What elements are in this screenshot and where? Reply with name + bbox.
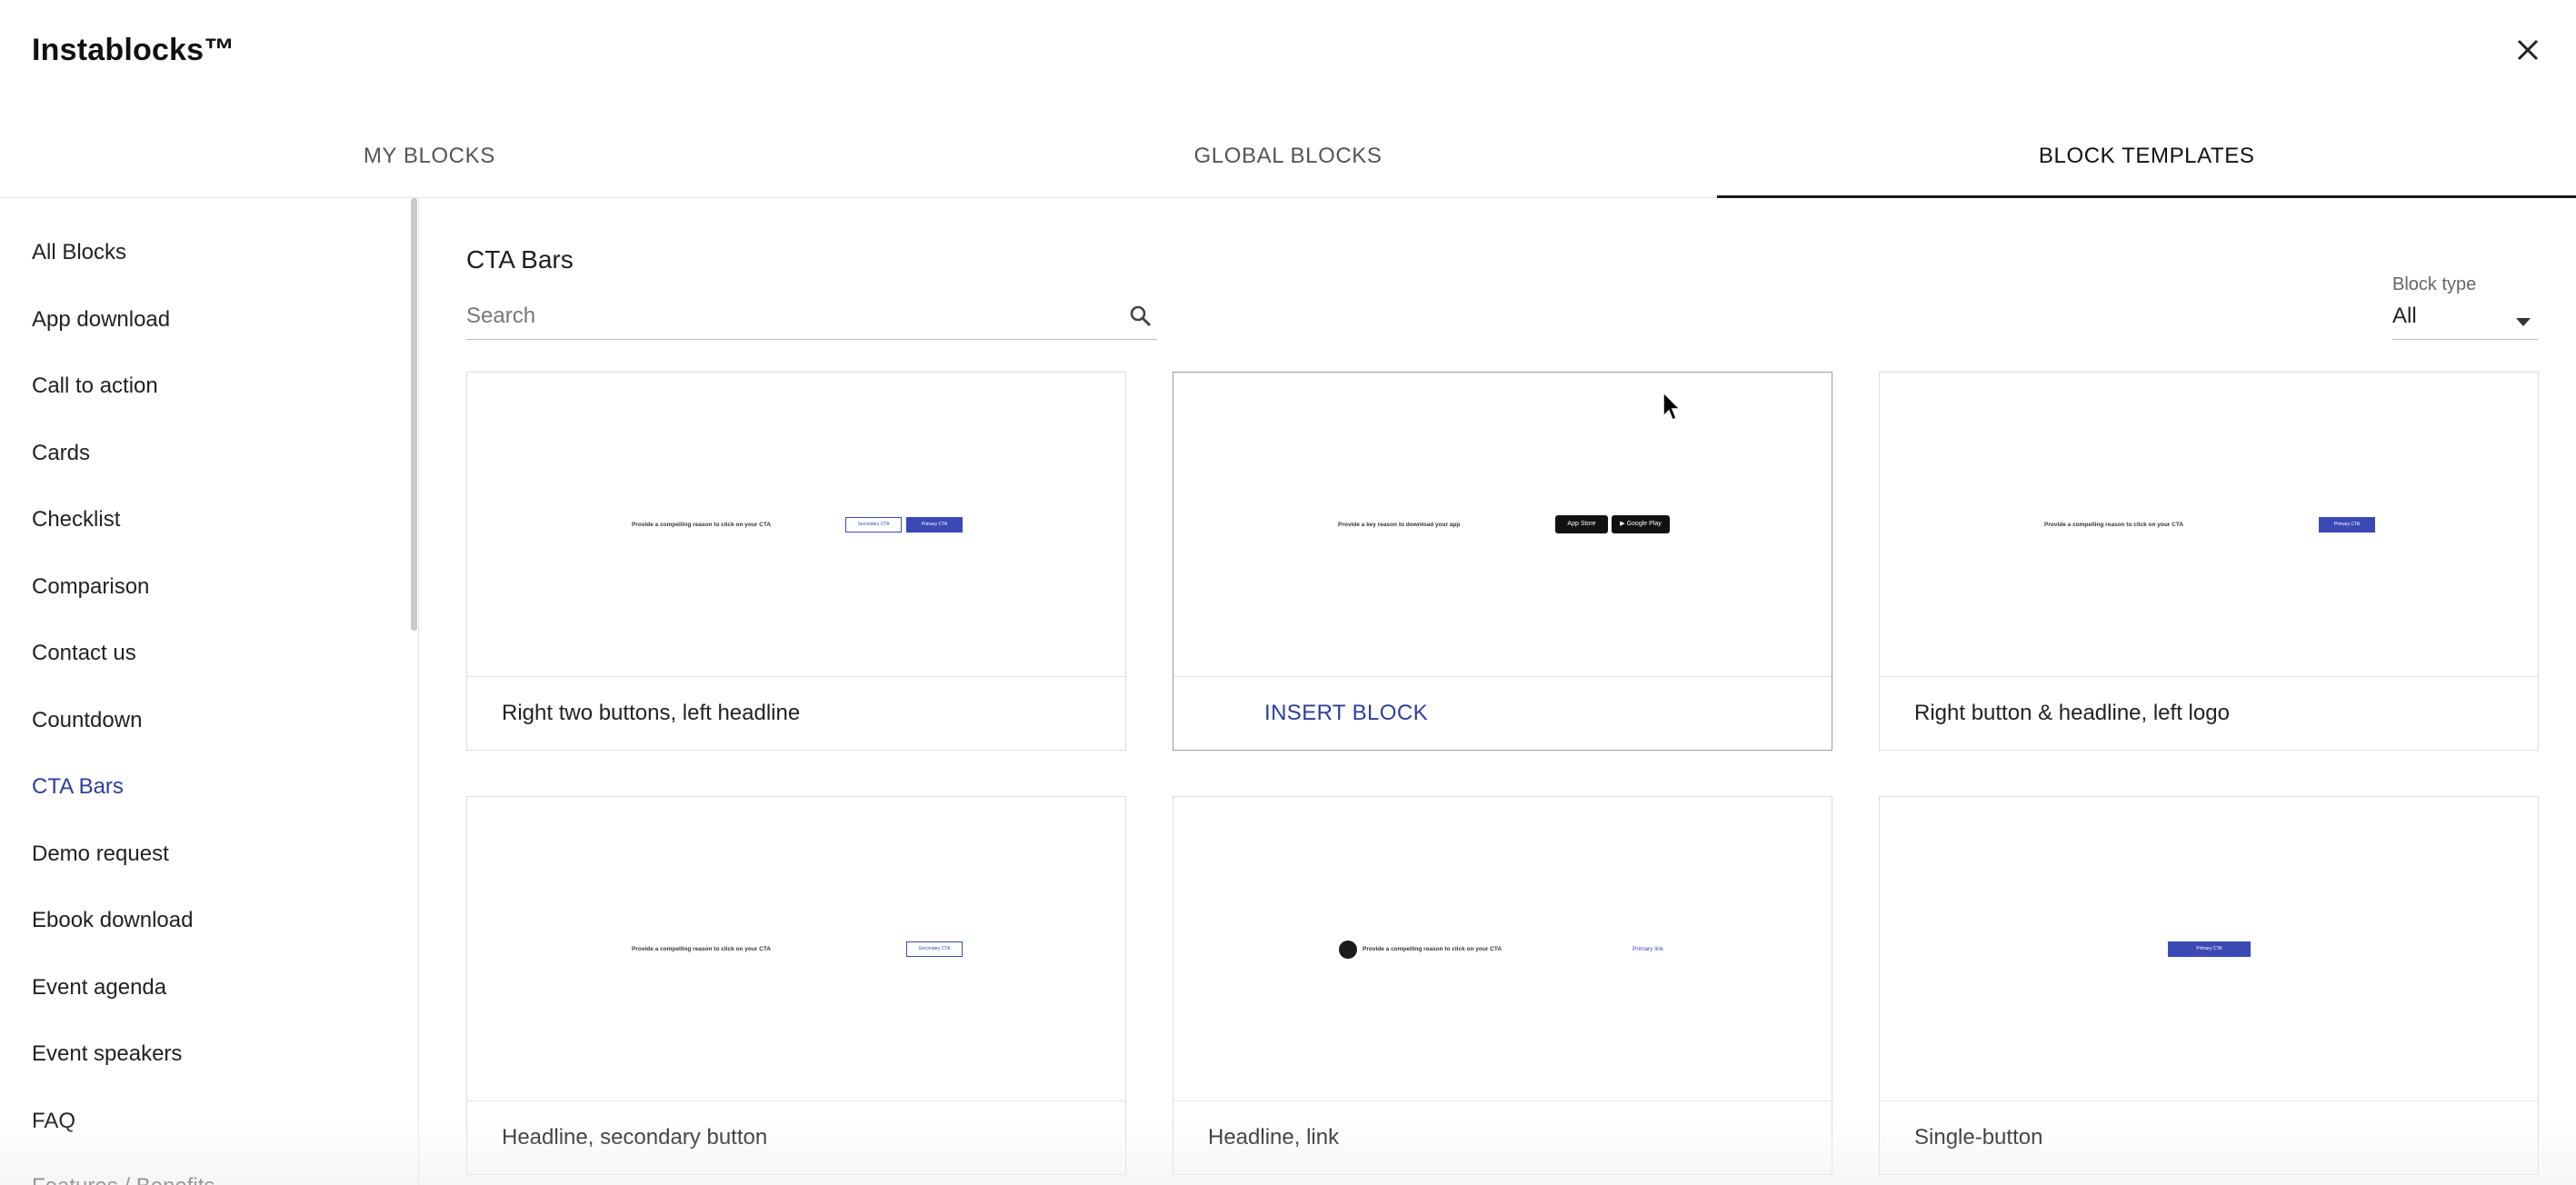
sidebar-item-demo-request[interactable]: Demo request (32, 841, 169, 867)
main-panel: CTA Bars Block type All Provide a compel… (420, 198, 2576, 1185)
sidebar-item-cta-bars[interactable]: CTA Bars (32, 774, 124, 800)
preview-secondary-button: Secondary CTA (845, 517, 902, 533)
preview-google-play-badge: ▶ Google Play (1612, 515, 1670, 533)
card-preview: Provide a compelling reason to click on … (467, 373, 1125, 677)
sidebar-item-countdown[interactable]: Countdown (32, 708, 142, 733)
preview-headline: Provide a compelling reason to click on … (632, 946, 772, 952)
preview-headline: Provide a compelling reason to click on … (2044, 522, 2184, 528)
card-footer: Single-button (1880, 1101, 2538, 1175)
block-type-label: Block type (2392, 274, 2477, 294)
app-title: Instablocks™ (32, 33, 235, 67)
category-sidebar: All Blocks App download Call to action C… (0, 198, 419, 1185)
tab-my-blocks[interactable]: MY BLOCKS (0, 127, 859, 197)
card-footer: Headline, secondary button (467, 1101, 1125, 1175)
preview-primary-button: Primary CTA (2168, 941, 2251, 957)
preview-primary-button: Primary CTA (2319, 517, 2375, 533)
template-card[interactable]: Provide a compelling reason to click on … (1879, 372, 2539, 751)
chevron-down-icon (2516, 318, 2531, 326)
card-label: Headline, link (1208, 1125, 1340, 1150)
sidebar-item-event-agenda[interactable]: Event agenda (32, 975, 166, 1001)
insert-block-button[interactable]: INSERT BLOCK (1264, 701, 1428, 726)
block-type-select[interactable]: All (2392, 300, 2538, 340)
preview-logo (1339, 941, 1357, 959)
sidebar-item-event-speakers[interactable]: Event speakers (32, 1041, 182, 1067)
sidebar-scrollbar[interactable] (411, 198, 417, 631)
card-label: Headline, secondary button (502, 1125, 768, 1150)
card-preview: Provide a compelling reason to click on … (1173, 797, 1832, 1101)
sidebar-item-call-to-action[interactable]: Call to action (32, 373, 158, 399)
card-label: Right two buttons, left headline (502, 701, 801, 725)
sidebar-item-ebook-download[interactable]: Ebook download (32, 908, 193, 933)
template-card[interactable]: Provide a compelling reason to click on … (466, 372, 1126, 751)
template-card[interactable]: Primary CTA Single-button (1879, 796, 2539, 1175)
block-type-value: All (2392, 304, 2417, 328)
preview-headline: Provide a compelling reason to click on … (1363, 946, 1503, 952)
preview-link: Primary link (1632, 946, 1663, 952)
card-preview: Provide a compelling reason to click on … (467, 797, 1125, 1101)
preview-secondary-button: Secondary CTA (906, 941, 963, 957)
card-label: Single-button (1914, 1125, 2043, 1150)
preview-primary-button: Primary CTA (906, 517, 963, 533)
card-footer: Right two buttons, left headline (467, 677, 1125, 751)
tab-global-blocks[interactable]: GLOBAL BLOCKS (859, 127, 1718, 197)
sidebar-item-contact-us[interactable]: Contact us (32, 641, 136, 666)
card-footer: Right button & headline, left logo (1880, 677, 2538, 751)
preview-headline: Provide a key reason to download your ap… (1338, 522, 1461, 528)
sidebar-item-comparison[interactable]: Comparison (32, 574, 149, 600)
sidebar-item-app-download[interactable]: App download (32, 307, 170, 333)
sidebar-item-cards[interactable]: Cards (32, 441, 90, 466)
search-box (466, 294, 1157, 340)
search-input[interactable] (466, 294, 1103, 338)
search-icon[interactable] (1128, 304, 1153, 329)
template-card-hovered[interactable]: Provide a key reason to download your ap… (1173, 372, 1832, 751)
sidebar-item-features-benefits[interactable]: Features / Benefits (32, 1174, 215, 1185)
preview-app-store-badge: App Store (1555, 515, 1608, 533)
card-preview: Provide a key reason to download your ap… (1173, 373, 1832, 677)
template-card[interactable]: Provide a compelling reason to click on … (466, 796, 1126, 1175)
sidebar-item-faq[interactable]: FAQ (32, 1109, 75, 1134)
card-footer: INSERT BLOCK (1173, 677, 1832, 751)
card-footer: Headline, link (1173, 1101, 1832, 1175)
sidebar-item-checklist[interactable]: Checklist (32, 507, 120, 533)
card-preview: Primary CTA (1880, 797, 2538, 1101)
card-preview: Provide a compelling reason to click on … (1880, 373, 2538, 677)
template-card[interactable]: Provide a compelling reason to click on … (1173, 796, 1832, 1175)
tab-bar: MY BLOCKS GLOBAL BLOCKS BLOCK TEMPLATES (0, 127, 2576, 198)
close-icon[interactable] (2509, 31, 2547, 69)
sidebar-item-all-blocks[interactable]: All Blocks (32, 240, 126, 265)
tab-block-templates[interactable]: BLOCK TEMPLATES (1717, 127, 2576, 198)
section-title: CTA Bars (466, 245, 574, 274)
card-label: Right button & headline, left logo (1914, 701, 2230, 725)
preview-headline: Provide a compelling reason to click on … (632, 522, 772, 528)
